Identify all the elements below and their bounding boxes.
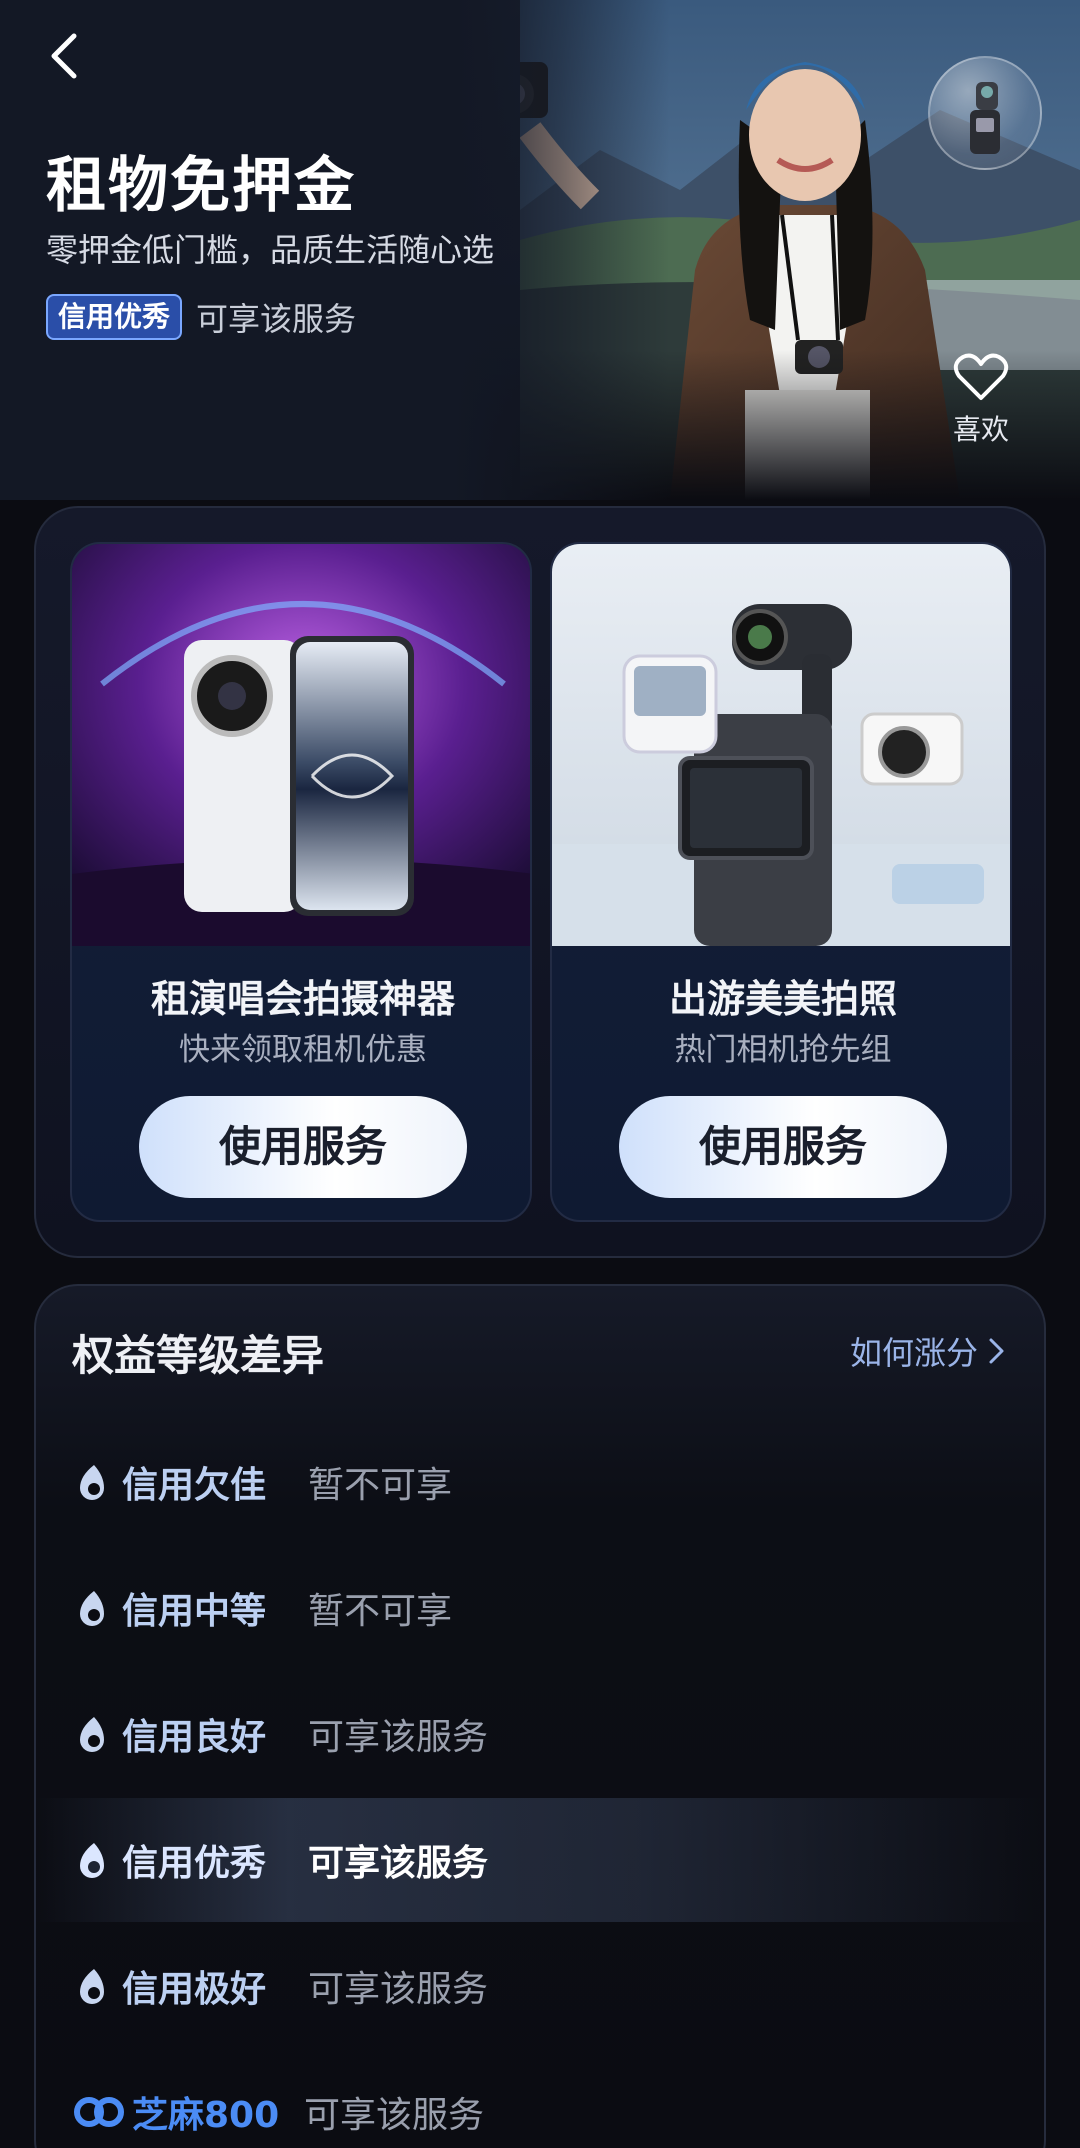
- product-card-travel[interactable]: 出游美美拍照 热门相机抢先组 使用服务: [550, 542, 1012, 1222]
- tier-heading: 权益等级差异: [72, 1331, 325, 1380]
- hero-banner: 租物免押金 零押金低门槛，品质生活随心选 信用优秀 可享该服务 喜欢: [0, 0, 1080, 500]
- how-to-raise-score-link[interactable]: 如何涨分: [850, 1328, 1006, 1374]
- card-subtitle: 快来领取租机优惠: [179, 1032, 427, 1068]
- tier-panel: 权益等级差异 如何涨分 信用欠佳 暂不可享 信用中等 暂不可享 信用良好 可享该…: [34, 1284, 1046, 2148]
- tier-row: 信用极好 可享该服务: [36, 1924, 1044, 2048]
- flame-icon: [80, 1465, 104, 1500]
- tier-row-current: 信用优秀 可享该服务: [36, 1798, 1044, 1922]
- floating-camera-icon: [928, 56, 1042, 170]
- tier-name: 信用优秀: [122, 1843, 267, 1884]
- tier-status: 可享该服务: [304, 2095, 485, 2136]
- flame-icon: [80, 1591, 104, 1626]
- credit-status-row: 信用优秀 可享该服务: [46, 294, 356, 340]
- tier-row: 信用良好 可享该服务: [36, 1672, 1044, 1796]
- chevron-right-icon: [989, 1338, 1004, 1364]
- flame-icon: [80, 1969, 104, 2004]
- credit-status-text: 可享该服务: [196, 300, 357, 338]
- product-card-concert[interactable]: 租演唱会拍摄神器 快来领取租机优惠 使用服务: [70, 542, 532, 1222]
- use-service-button[interactable]: 使用服务: [139, 1096, 467, 1198]
- vivo-phone-image: [72, 544, 530, 946]
- tier-name: 信用极好: [122, 1969, 267, 2010]
- pocket-camera-image: [552, 544, 1010, 946]
- tier-name: 芝麻800: [132, 2095, 280, 2136]
- tier-name: 信用良好: [122, 1717, 267, 1758]
- tier-name: 信用中等: [122, 1591, 267, 1632]
- tier-status: 可享该服务: [308, 1843, 489, 1884]
- card-title: 出游美美拍照: [668, 977, 897, 1021]
- tier-row: 芝麻800 可享该服务: [36, 2050, 1044, 2148]
- page-title: 租物免押金: [46, 151, 356, 221]
- page-subtitle: 零押金低门槛，品质生活随心选: [46, 231, 495, 269]
- product-panel: 租演唱会拍摄神器 快来领取租机优惠 使用服务 出游美美拍照 热门相机抢先组 使用…: [34, 506, 1046, 1258]
- tier-status: 暂不可享: [308, 1591, 453, 1632]
- tier-row: 信用欠佳 暂不可享: [36, 1420, 1044, 1544]
- card-subtitle: 热门相机抢先组: [674, 1032, 892, 1068]
- card-title: 租演唱会拍摄神器: [150, 977, 455, 1021]
- like-label: 喜欢: [952, 413, 1009, 446]
- credit-badge: 信用优秀: [46, 294, 183, 340]
- tier-row: 信用中等 暂不可享: [36, 1546, 1044, 1670]
- zhima-icon: [74, 2097, 124, 2127]
- tier-status: 暂不可享: [308, 1465, 453, 1506]
- tier-status: 可享该服务: [308, 1969, 489, 2010]
- link-label: 如何涨分: [849, 1334, 978, 1372]
- flame-icon: [80, 1717, 104, 1752]
- tier-name: 信用欠佳: [122, 1465, 267, 1506]
- like-button[interactable]: 喜欢: [948, 352, 1014, 448]
- back-icon[interactable]: [40, 28, 90, 84]
- heart-icon: [953, 353, 1009, 400]
- flame-icon: [80, 1843, 104, 1878]
- use-service-button[interactable]: 使用服务: [619, 1096, 947, 1198]
- tier-status: 可享该服务: [308, 1717, 489, 1758]
